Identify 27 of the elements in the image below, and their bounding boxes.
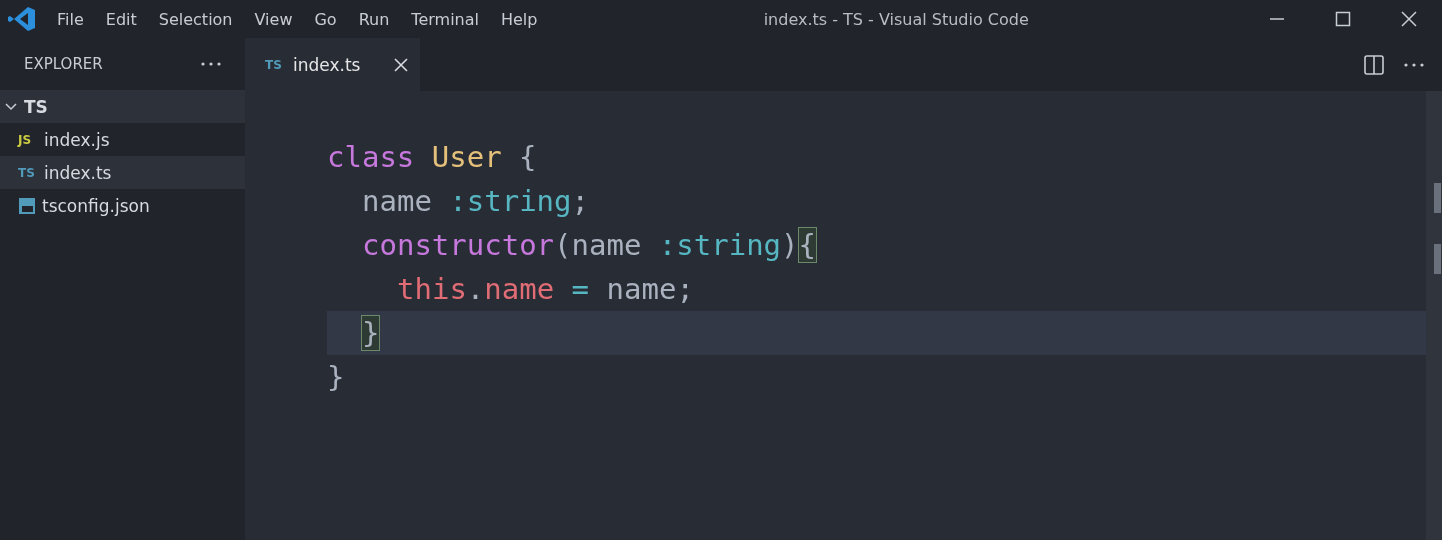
file-type-label: TS [265,57,283,72]
folder-row[interactable]: TS [0,90,245,123]
explorer-row[interactable]: JS index.js [0,123,245,156]
sidebar-title: EXPLORER [24,55,103,73]
explorer-row[interactable]: tsconfig.json [0,189,245,222]
code-line: this.name = name; [396,271,695,308]
file-name: index.ts [44,162,112,183]
code-line: class User { [327,139,538,176]
menu-item[interactable]: Edit [94,9,148,29]
file-type-label: TS [18,165,36,180]
file-name: tsconfig.json [42,195,150,216]
window-title: index.ts - TS - Visual Studio Code [763,10,1029,29]
code-line: constructor(name :string){ [361,227,817,264]
tab-label: index.ts [293,54,361,75]
menu-item[interactable]: File [46,9,95,29]
code-line: } [327,359,346,396]
explorer-row[interactable]: TS index.ts [0,156,245,189]
menu-item[interactable]: View [243,9,304,29]
file-name: index.js [44,129,110,150]
menu-item[interactable]: Selection [147,9,244,29]
menu-item[interactable]: Run [347,9,401,29]
menu-item[interactable]: Go [303,9,348,29]
editor-tab[interactable]: TS index.ts [245,38,420,91]
code-line: name :string; [361,183,590,220]
menu-item[interactable]: Terminal [400,9,490,29]
file-type-label: JS [18,132,33,147]
menu-item[interactable]: Help [489,9,549,29]
